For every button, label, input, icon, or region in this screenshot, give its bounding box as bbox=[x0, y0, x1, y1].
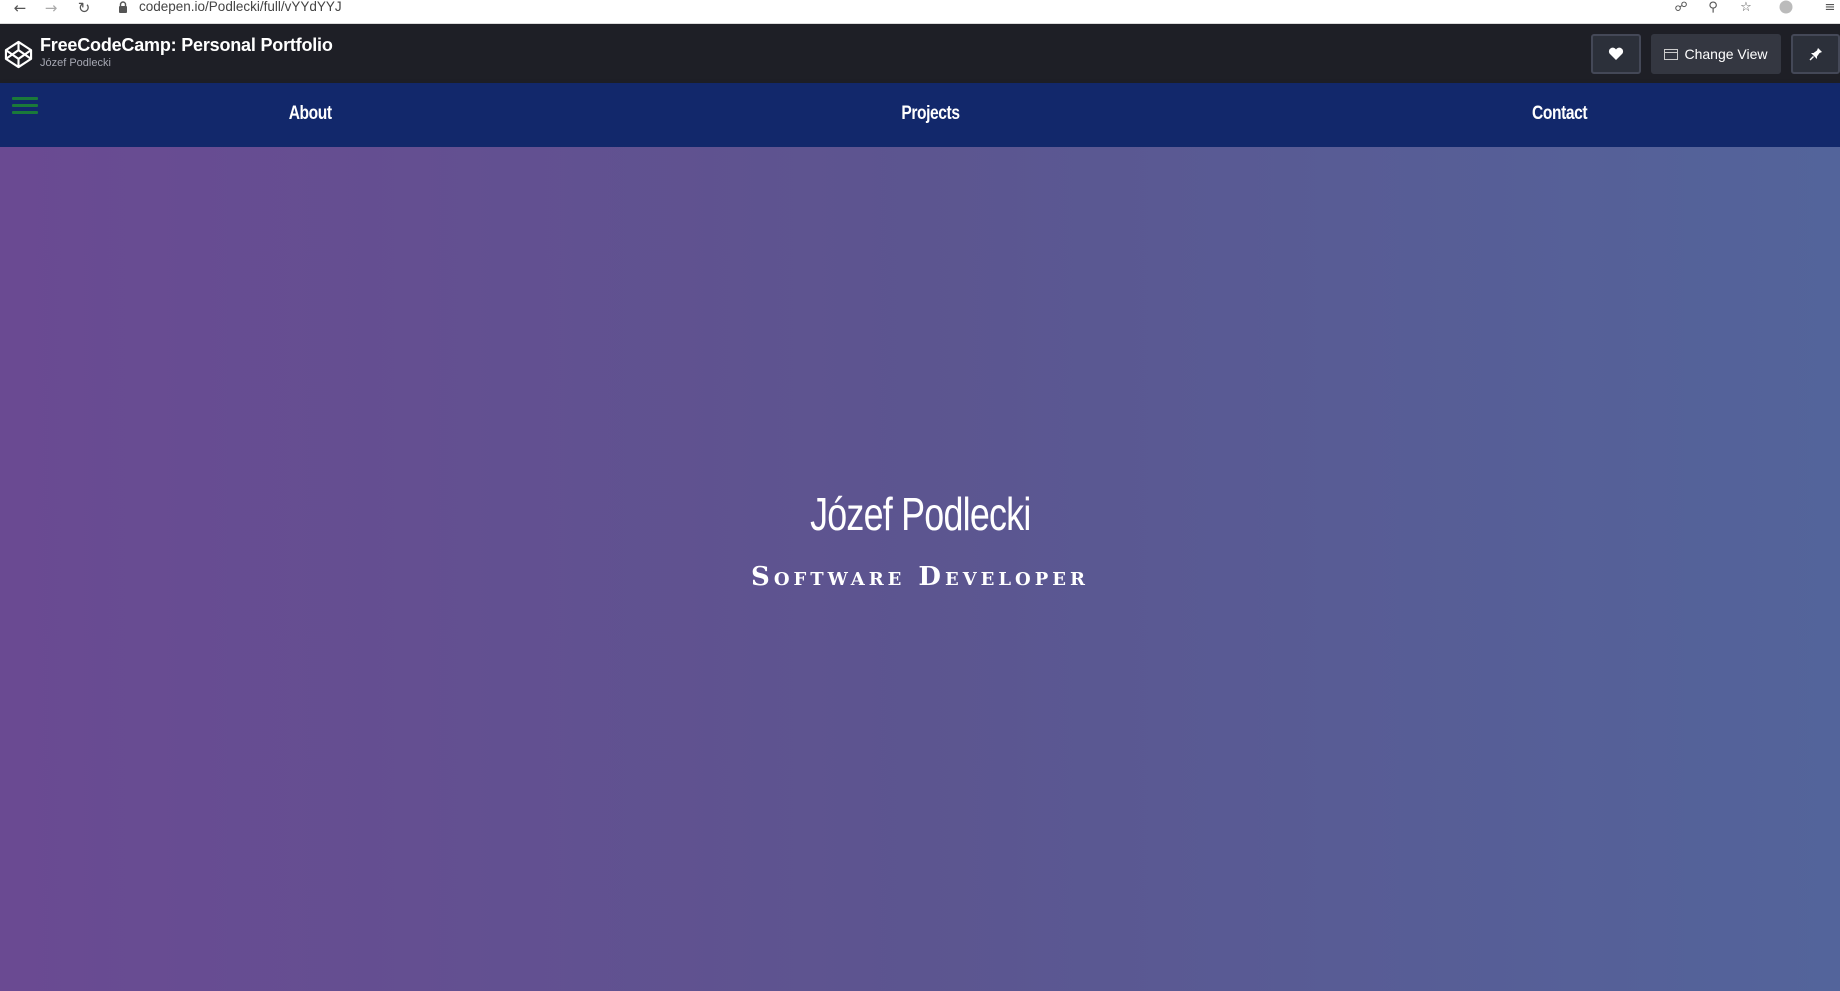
pin-icon bbox=[1809, 48, 1822, 61]
pen-title[interactable]: FreeCodeCamp: Personal Portfolio bbox=[40, 35, 333, 56]
like-button[interactable] bbox=[1591, 34, 1641, 74]
site-navbar: About Projects Contact bbox=[0, 83, 1840, 147]
change-view-button[interactable]: Change View bbox=[1651, 34, 1781, 74]
address-bar-url[interactable]: codepen.io/Podlecki/full/vYYdYYJ bbox=[139, 0, 342, 14]
reload-icon[interactable]: ↻ bbox=[72, 0, 96, 17]
pin-button[interactable] bbox=[1791, 34, 1840, 74]
nav-link-projects[interactable]: Projects bbox=[901, 103, 960, 125]
menu-icon[interactable]: ≡ bbox=[1820, 0, 1840, 15]
lock-icon bbox=[119, 1, 127, 13]
heart-icon bbox=[1608, 47, 1624, 60]
browser-toolbar: ← → ↻ codepen.io/Podlecki/full/vYYdYYJ ☍… bbox=[0, 0, 1840, 24]
hero-role: Software Developer bbox=[751, 562, 1089, 592]
nav-link-about[interactable]: About bbox=[289, 103, 332, 125]
zoom-icon[interactable]: ⚲ bbox=[1703, 0, 1723, 15]
codepen-header: FreeCodeCamp: Personal Portfolio Józef P… bbox=[0, 24, 1840, 83]
nav-link-contact[interactable]: Contact bbox=[1532, 103, 1588, 125]
arrow-right-icon[interactable]: → bbox=[39, 0, 63, 17]
arrow-left-icon[interactable]: ← bbox=[8, 0, 32, 17]
translate-icon[interactable]: ☍ bbox=[1671, 0, 1691, 15]
hero-name-text: Józef Podlecki bbox=[809, 488, 1031, 540]
layout-icon bbox=[1664, 48, 1679, 60]
pen-author[interactable]: Józef Podlecki bbox=[40, 57, 111, 69]
change-view-label: Change View bbox=[1684, 46, 1768, 62]
hamburger-icon[interactable] bbox=[12, 97, 38, 115]
star-icon[interactable]: ☆ bbox=[1736, 0, 1756, 15]
profile-icon[interactable] bbox=[1776, 0, 1796, 14]
hero-section: Józef Podlecki Software Developer bbox=[0, 147, 1840, 991]
hero-name: Józef Podlecki bbox=[0, 487, 1840, 541]
codepen-logo-icon[interactable] bbox=[4, 40, 33, 69]
